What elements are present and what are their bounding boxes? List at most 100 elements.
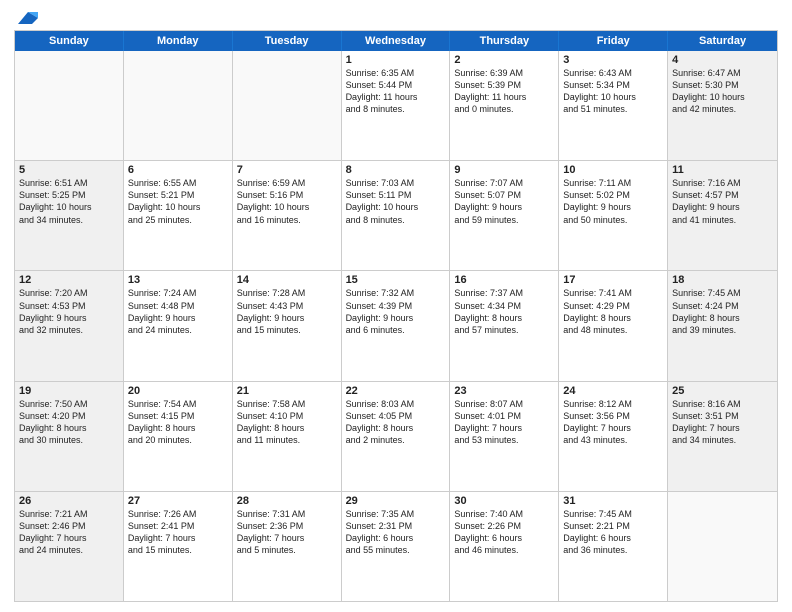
- table-row: 1Sunrise: 6:35 AM Sunset: 5:44 PM Daylig…: [342, 51, 451, 160]
- table-row: 6Sunrise: 6:55 AM Sunset: 5:21 PM Daylig…: [124, 161, 233, 270]
- page: SundayMondayTuesdayWednesdayThursdayFrid…: [0, 0, 792, 612]
- day-number: 5: [19, 164, 119, 176]
- day-info: Sunrise: 7:28 AM Sunset: 4:43 PM Dayligh…: [237, 287, 337, 336]
- table-row: 2Sunrise: 6:39 AM Sunset: 5:39 PM Daylig…: [450, 51, 559, 160]
- calendar: SundayMondayTuesdayWednesdayThursdayFrid…: [14, 30, 778, 602]
- table-row: 16Sunrise: 7:37 AM Sunset: 4:34 PM Dayli…: [450, 271, 559, 380]
- calendar-header: SundayMondayTuesdayWednesdayThursdayFrid…: [15, 31, 777, 51]
- day-info: Sunrise: 7:16 AM Sunset: 4:57 PM Dayligh…: [672, 177, 773, 226]
- table-row: 4Sunrise: 6:47 AM Sunset: 5:30 PM Daylig…: [668, 51, 777, 160]
- day-info: Sunrise: 7:21 AM Sunset: 2:46 PM Dayligh…: [19, 508, 119, 557]
- table-row: 23Sunrise: 8:07 AM Sunset: 4:01 PM Dayli…: [450, 382, 559, 491]
- day-info: Sunrise: 7:58 AM Sunset: 4:10 PM Dayligh…: [237, 398, 337, 447]
- cal-header-wednesday: Wednesday: [342, 31, 451, 51]
- day-info: Sunrise: 6:59 AM Sunset: 5:16 PM Dayligh…: [237, 177, 337, 226]
- calendar-week-4: 19Sunrise: 7:50 AM Sunset: 4:20 PM Dayli…: [15, 382, 777, 492]
- cal-header-saturday: Saturday: [668, 31, 777, 51]
- day-number: 14: [237, 274, 337, 286]
- cal-header-friday: Friday: [559, 31, 668, 51]
- table-row: 31Sunrise: 7:45 AM Sunset: 2:21 PM Dayli…: [559, 492, 668, 601]
- day-info: Sunrise: 7:11 AM Sunset: 5:02 PM Dayligh…: [563, 177, 663, 226]
- table-row: 3Sunrise: 6:43 AM Sunset: 5:34 PM Daylig…: [559, 51, 668, 160]
- table-row: 19Sunrise: 7:50 AM Sunset: 4:20 PM Dayli…: [15, 382, 124, 491]
- table-row: 21Sunrise: 7:58 AM Sunset: 4:10 PM Dayli…: [233, 382, 342, 491]
- day-info: Sunrise: 7:07 AM Sunset: 5:07 PM Dayligh…: [454, 177, 554, 226]
- day-number: 16: [454, 274, 554, 286]
- calendar-week-3: 12Sunrise: 7:20 AM Sunset: 4:53 PM Dayli…: [15, 271, 777, 381]
- day-info: Sunrise: 6:35 AM Sunset: 5:44 PM Dayligh…: [346, 67, 446, 116]
- day-number: 24: [563, 385, 663, 397]
- day-number: 22: [346, 385, 446, 397]
- table-row: 24Sunrise: 8:12 AM Sunset: 3:56 PM Dayli…: [559, 382, 668, 491]
- table-row: 7Sunrise: 6:59 AM Sunset: 5:16 PM Daylig…: [233, 161, 342, 270]
- day-info: Sunrise: 7:20 AM Sunset: 4:53 PM Dayligh…: [19, 287, 119, 336]
- header: [14, 10, 778, 24]
- day-number: 12: [19, 274, 119, 286]
- day-info: Sunrise: 6:39 AM Sunset: 5:39 PM Dayligh…: [454, 67, 554, 116]
- day-info: Sunrise: 8:03 AM Sunset: 4:05 PM Dayligh…: [346, 398, 446, 447]
- table-row: 27Sunrise: 7:26 AM Sunset: 2:41 PM Dayli…: [124, 492, 233, 601]
- day-number: 11: [672, 164, 773, 176]
- day-info: Sunrise: 6:43 AM Sunset: 5:34 PM Dayligh…: [563, 67, 663, 116]
- day-info: Sunrise: 6:55 AM Sunset: 5:21 PM Dayligh…: [128, 177, 228, 226]
- day-number: 1: [346, 54, 446, 66]
- day-number: 6: [128, 164, 228, 176]
- cal-header-monday: Monday: [124, 31, 233, 51]
- day-number: 26: [19, 495, 119, 507]
- logo-icon: [16, 10, 38, 26]
- day-info: Sunrise: 7:50 AM Sunset: 4:20 PM Dayligh…: [19, 398, 119, 447]
- day-info: Sunrise: 8:16 AM Sunset: 3:51 PM Dayligh…: [672, 398, 773, 447]
- day-number: 29: [346, 495, 446, 507]
- table-row: 20Sunrise: 7:54 AM Sunset: 4:15 PM Dayli…: [124, 382, 233, 491]
- day-number: 19: [19, 385, 119, 397]
- day-info: Sunrise: 7:35 AM Sunset: 2:31 PM Dayligh…: [346, 508, 446, 557]
- day-number: 7: [237, 164, 337, 176]
- day-info: Sunrise: 7:54 AM Sunset: 4:15 PM Dayligh…: [128, 398, 228, 447]
- day-number: 9: [454, 164, 554, 176]
- day-number: 25: [672, 385, 773, 397]
- cal-header-sunday: Sunday: [15, 31, 124, 51]
- day-info: Sunrise: 7:40 AM Sunset: 2:26 PM Dayligh…: [454, 508, 554, 557]
- day-number: 18: [672, 274, 773, 286]
- day-info: Sunrise: 8:07 AM Sunset: 4:01 PM Dayligh…: [454, 398, 554, 447]
- day-info: Sunrise: 7:26 AM Sunset: 2:41 PM Dayligh…: [128, 508, 228, 557]
- calendar-week-1: 1Sunrise: 6:35 AM Sunset: 5:44 PM Daylig…: [15, 51, 777, 161]
- day-number: 10: [563, 164, 663, 176]
- day-info: Sunrise: 7:45 AM Sunset: 2:21 PM Dayligh…: [563, 508, 663, 557]
- day-info: Sunrise: 7:32 AM Sunset: 4:39 PM Dayligh…: [346, 287, 446, 336]
- day-info: Sunrise: 7:31 AM Sunset: 2:36 PM Dayligh…: [237, 508, 337, 557]
- day-info: Sunrise: 7:37 AM Sunset: 4:34 PM Dayligh…: [454, 287, 554, 336]
- day-number: 31: [563, 495, 663, 507]
- day-number: 28: [237, 495, 337, 507]
- table-row: 15Sunrise: 7:32 AM Sunset: 4:39 PM Dayli…: [342, 271, 451, 380]
- logo: [14, 10, 38, 24]
- day-number: 4: [672, 54, 773, 66]
- day-number: 27: [128, 495, 228, 507]
- day-info: Sunrise: 8:12 AM Sunset: 3:56 PM Dayligh…: [563, 398, 663, 447]
- table-row: [124, 51, 233, 160]
- table-row: [233, 51, 342, 160]
- table-row: 13Sunrise: 7:24 AM Sunset: 4:48 PM Dayli…: [124, 271, 233, 380]
- day-number: 8: [346, 164, 446, 176]
- day-info: Sunrise: 6:47 AM Sunset: 5:30 PM Dayligh…: [672, 67, 773, 116]
- table-row: 29Sunrise: 7:35 AM Sunset: 2:31 PM Dayli…: [342, 492, 451, 601]
- table-row: 17Sunrise: 7:41 AM Sunset: 4:29 PM Dayli…: [559, 271, 668, 380]
- table-row: [668, 492, 777, 601]
- table-row: 5Sunrise: 6:51 AM Sunset: 5:25 PM Daylig…: [15, 161, 124, 270]
- table-row: 8Sunrise: 7:03 AM Sunset: 5:11 PM Daylig…: [342, 161, 451, 270]
- table-row: 18Sunrise: 7:45 AM Sunset: 4:24 PM Dayli…: [668, 271, 777, 380]
- table-row: [15, 51, 124, 160]
- table-row: 22Sunrise: 8:03 AM Sunset: 4:05 PM Dayli…: [342, 382, 451, 491]
- table-row: 28Sunrise: 7:31 AM Sunset: 2:36 PM Dayli…: [233, 492, 342, 601]
- calendar-week-2: 5Sunrise: 6:51 AM Sunset: 5:25 PM Daylig…: [15, 161, 777, 271]
- table-row: 25Sunrise: 8:16 AM Sunset: 3:51 PM Dayli…: [668, 382, 777, 491]
- day-info: Sunrise: 6:51 AM Sunset: 5:25 PM Dayligh…: [19, 177, 119, 226]
- day-number: 30: [454, 495, 554, 507]
- day-number: 15: [346, 274, 446, 286]
- day-number: 13: [128, 274, 228, 286]
- calendar-body: 1Sunrise: 6:35 AM Sunset: 5:44 PM Daylig…: [15, 51, 777, 601]
- cal-header-tuesday: Tuesday: [233, 31, 342, 51]
- table-row: 14Sunrise: 7:28 AM Sunset: 4:43 PM Dayli…: [233, 271, 342, 380]
- day-number: 17: [563, 274, 663, 286]
- calendar-week-5: 26Sunrise: 7:21 AM Sunset: 2:46 PM Dayli…: [15, 492, 777, 601]
